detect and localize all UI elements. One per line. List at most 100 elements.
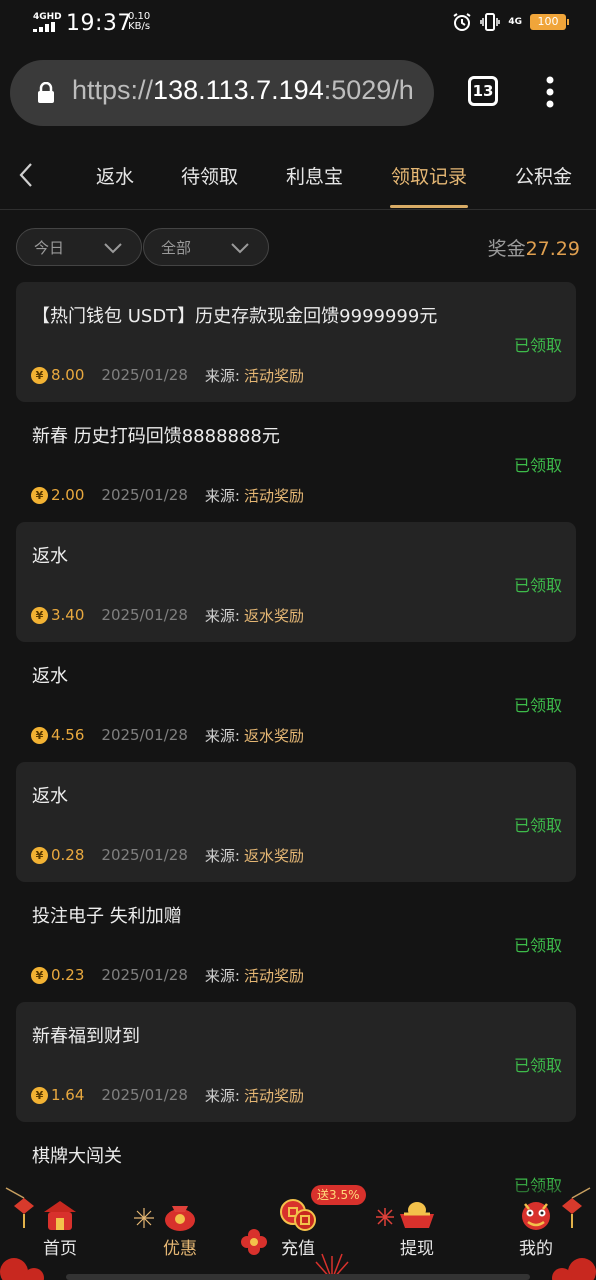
bottom-nav: 首页 优惠 充值 提现 我的 — [0, 1180, 596, 1280]
nav-profile[interactable]: 我的 — [496, 1198, 576, 1278]
record-meta: ¥ 0.23 2025/01/28 来源: 活动奖励 — [31, 965, 304, 985]
record-source: 活动奖励 — [243, 486, 304, 505]
active-tab-indicator — [390, 205, 468, 208]
record-meta: ¥ 4.56 2025/01/28 来源: 返水奖励 — [31, 725, 304, 745]
back-arrow-icon[interactable] — [14, 160, 38, 190]
list-item: 返水 已领取 ¥ 4.56 2025/01/28 来源: 返水奖励 — [16, 642, 576, 762]
tab-claim-records[interactable]: 领取记录 — [391, 162, 467, 189]
record-source-label: 来源: — [204, 1086, 240, 1105]
coin-icon: ¥ — [31, 486, 48, 504]
coin-icon: ¥ — [31, 366, 48, 384]
nav-recharge[interactable]: 充值 — [258, 1198, 338, 1278]
record-date: 2025/01/28 — [101, 1086, 188, 1104]
record-title: 棋牌大闯关 — [32, 1146, 122, 1167]
tab-bar: 返水 待领取 利息宝 领取记录 公积金 — [0, 140, 596, 210]
record-source-label: 来源: — [204, 966, 240, 985]
lion-dance-icon — [522, 1202, 550, 1230]
nav-home[interactable]: 首页 — [20, 1198, 100, 1278]
record-status: 已领取 — [513, 576, 562, 595]
record-meta: ¥ 0.28 2025/01/28 来源: 返水奖励 — [31, 845, 304, 865]
list-item: 返水 已领取 ¥ 3.40 2025/01/28 来源: 返水奖励 — [16, 522, 576, 642]
record-amount: 8.00 — [51, 366, 85, 384]
record-title: 投注电子 失利加赠 — [32, 906, 182, 927]
nav-recharge-label: 充值 — [281, 1239, 315, 1259]
speed-unit: KB/s — [128, 21, 151, 32]
record-date: 2025/01/28 — [101, 366, 188, 384]
record-amount: 0.23 — [51, 966, 85, 984]
list-item: 投注电子 失利加赠 已领取 ¥ 0.23 2025/01/28 来源: 活动奖励 — [16, 882, 576, 1002]
record-source: 返水奖励 — [243, 846, 304, 865]
filter-row: 今日 全部 奖金27.29 — [0, 210, 596, 278]
browser-toolbar: https://138.113.7.194:5029/h 13 — [0, 48, 596, 140]
record-status: 已领取 — [513, 696, 562, 715]
record-source: 活动奖励 — [243, 966, 304, 985]
record-date: 2025/01/28 — [101, 846, 188, 864]
record-source: 返水奖励 — [243, 606, 304, 625]
list-item: 【热门钱包 USDT】历史存款现金回馈9999999元 已领取 ¥ 8.00 2… — [16, 282, 576, 402]
clock: 19:37 — [66, 11, 132, 36]
tab-interest[interactable]: 利息宝 — [286, 162, 343, 189]
coins-icon — [280, 1199, 316, 1231]
date-filter-dropdown[interactable]: 今日 — [16, 228, 142, 266]
red-envelope-icon — [165, 1206, 195, 1231]
record-status: 已领取 — [513, 456, 562, 475]
vibrate-icon — [480, 13, 501, 31]
bonus-label: 奖金 — [487, 238, 526, 260]
home-icon — [44, 1201, 76, 1230]
record-title: 新春 历史打码回馈8888888元 — [32, 426, 280, 447]
date-filter-value: 今日 — [34, 239, 65, 257]
lock-icon — [38, 82, 54, 103]
record-title: 返水 — [32, 546, 68, 567]
nav-profile-label: 我的 — [519, 1239, 553, 1259]
record-source-label: 来源: — [204, 366, 240, 385]
recharge-bonus-badge: 送3.5% — [311, 1185, 366, 1205]
category-filter-value: 全部 — [161, 239, 192, 257]
list-item: 新春 历史打码回馈8888888元 已领取 ¥ 2.00 2025/01/28 … — [16, 402, 576, 522]
network-type-right: 4G — [508, 16, 522, 27]
record-meta: ¥ 8.00 2025/01/28 来源: 活动奖励 — [31, 365, 304, 385]
record-amount: 0.28 — [51, 846, 85, 864]
tab-rebate[interactable]: 返水 — [96, 162, 134, 189]
signal-icon — [33, 22, 55, 32]
chevron-down-icon — [104, 243, 122, 254]
tab-switcher-button[interactable]: 13 — [468, 76, 498, 106]
record-amount: 3.40 — [51, 606, 85, 624]
alarm-icon — [453, 13, 471, 31]
record-title: 新春福到财到 — [32, 1026, 140, 1047]
record-amount: 4.56 — [51, 726, 85, 744]
nav-promotions-label: 优惠 — [163, 1239, 197, 1259]
nav-withdraw-label: 提现 — [400, 1239, 434, 1259]
record-date: 2025/01/28 — [101, 606, 188, 624]
record-title: 【热门钱包 USDT】历史存款现金回馈9999999元 — [32, 306, 438, 327]
record-source-label: 来源: — [204, 846, 240, 865]
gold-ingot-icon — [400, 1202, 434, 1228]
record-title: 返水 — [32, 786, 68, 807]
nav-withdraw[interactable]: 提现 — [377, 1198, 457, 1278]
more-menu-icon[interactable] — [538, 74, 562, 110]
record-source: 返水奖励 — [243, 726, 304, 745]
coin-icon: ¥ — [31, 846, 48, 864]
battery-icon: 100 — [530, 14, 569, 30]
url-text: https://138.113.7.194:5029/h — [72, 75, 414, 106]
url-host: 138.113.7.194 — [153, 75, 324, 105]
category-filter-dropdown[interactable]: 全部 — [143, 228, 269, 266]
nav-promotions[interactable]: 优惠 — [140, 1198, 220, 1278]
coin-icon: ¥ — [31, 606, 48, 624]
record-source-label: 来源: — [204, 486, 240, 505]
record-source: 活动奖励 — [243, 366, 304, 385]
tab-pending[interactable]: 待领取 — [181, 162, 238, 189]
tab-provident-fund[interactable]: 公积金 — [515, 162, 572, 189]
record-amount: 2.00 — [51, 486, 85, 504]
coin-icon: ¥ — [31, 726, 48, 744]
record-date: 2025/01/28 — [101, 726, 188, 744]
record-status: 已领取 — [513, 336, 562, 355]
record-source-label: 来源: — [204, 726, 240, 745]
address-bar[interactable]: https://138.113.7.194:5029/h — [10, 60, 434, 126]
record-source: 活动奖励 — [243, 1086, 304, 1105]
status-bar: 4GHD 19:37 0.10 KB/s 4G 100 — [0, 0, 596, 48]
bonus-total: 奖金27.29 — [488, 234, 580, 261]
url-path: :5029/h — [323, 75, 414, 105]
record-meta: ¥ 2.00 2025/01/28 来源: 活动奖励 — [31, 485, 304, 505]
nav-home-label: 首页 — [43, 1239, 77, 1259]
record-title: 返水 — [32, 666, 68, 687]
